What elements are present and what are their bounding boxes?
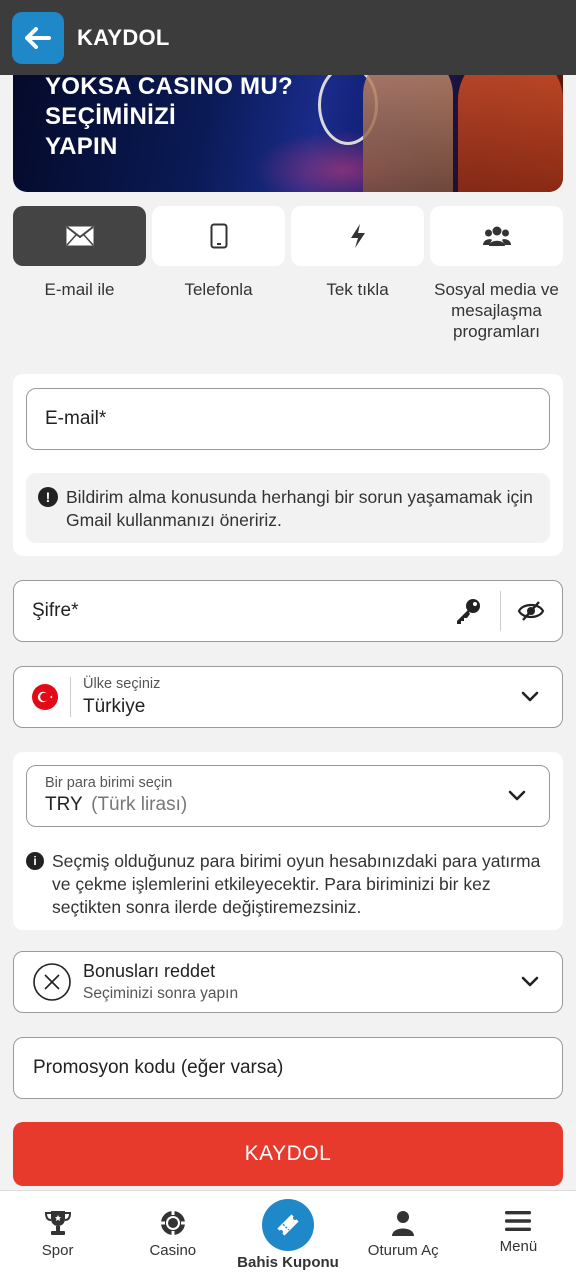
promo-banner[interactable]: YOKSA CASINO MU? SEÇİMİNİZİ YAPIN bbox=[13, 60, 563, 192]
promo-code-field[interactable]: Promosyon kodu (eğer varsa) bbox=[13, 1037, 563, 1099]
ticket-icon bbox=[277, 1214, 299, 1236]
currency-notice: i Seçmiş olduğunuz para birimi oyun hesa… bbox=[26, 850, 550, 919]
exclamation-icon: ! bbox=[38, 487, 58, 507]
tab-email-label: E-mail ile bbox=[44, 280, 115, 299]
currency-name: (Türk lirası) bbox=[91, 794, 188, 815]
nav-bet-slip[interactable]: Bahis Kuponu bbox=[230, 1191, 345, 1280]
tab-one-click[interactable]: Tek tıkla bbox=[291, 206, 424, 342]
banner-text: YOKSA CASINO MU? SEÇİMİNİZİ YAPIN bbox=[45, 72, 293, 162]
trophy-icon bbox=[44, 1211, 71, 1235]
email-placeholder: E-mail* bbox=[45, 408, 107, 429]
password-field[interactable]: Şifre* bbox=[13, 580, 563, 642]
tab-email[interactable]: E-mail ile bbox=[13, 206, 146, 342]
nav-menu-label: Menü bbox=[499, 1238, 538, 1255]
tab-one-click-box[interactable] bbox=[291, 206, 424, 266]
tab-social-label: Sosyal media ve mesajlaşma programları bbox=[434, 280, 559, 341]
country-label: Ülke seçiniz bbox=[83, 676, 161, 692]
user-icon bbox=[392, 1211, 415, 1236]
menu-icon bbox=[505, 1211, 532, 1231]
email-notice-text: Bildirim alma konusunda herhangi bir sor… bbox=[66, 487, 533, 530]
tab-social-box[interactable] bbox=[430, 206, 563, 266]
chevron-down-icon bbox=[521, 976, 539, 987]
banner-line-1: YOKSA CASINO MU? bbox=[45, 73, 293, 100]
currency-select[interactable]: Bir para birimi seçin TRY (Türk lirası) bbox=[26, 765, 550, 827]
tab-one-click-label: Tek tıkla bbox=[326, 280, 389, 299]
password-placeholder: Şifre* bbox=[32, 600, 79, 621]
country-select[interactable]: Ülke seçiniz Türkiye bbox=[13, 666, 563, 728]
phone-icon bbox=[210, 223, 227, 249]
tab-phone[interactable]: Telefonla bbox=[152, 206, 285, 342]
currency-label: Bir para birimi seçin bbox=[45, 775, 173, 791]
nav-login[interactable]: Oturum Aç bbox=[346, 1191, 461, 1280]
nav-menu[interactable]: Menü bbox=[461, 1191, 576, 1280]
bottom-nav: Spor Casino Bahis Kuponu Oturum Aç Menü bbox=[0, 1190, 576, 1280]
envelope-icon bbox=[65, 226, 94, 246]
bonus-subtitle: Seçiminizi sonra yapın bbox=[83, 985, 239, 1002]
email-card: E-mail* ! Bildirim alma konusunda herhan… bbox=[13, 374, 563, 556]
nav-casino[interactable]: Casino bbox=[115, 1191, 230, 1280]
arrow-left-icon bbox=[25, 26, 51, 49]
casino-chip-icon bbox=[160, 1211, 185, 1235]
turkey-flag-icon bbox=[32, 684, 58, 710]
tab-phone-label: Telefonla bbox=[184, 280, 253, 299]
banner-line-3: YAPIN bbox=[45, 133, 118, 160]
email-field[interactable]: E-mail* bbox=[26, 388, 550, 450]
banner-line-2: SEÇİMİNİZİ bbox=[45, 103, 177, 130]
nav-casino-label: Casino bbox=[149, 1242, 197, 1259]
nav-sport[interactable]: Spor bbox=[0, 1191, 115, 1280]
currency-notice-text: Seçmiş olduğunuz para birimi oyun hesabı… bbox=[52, 851, 541, 917]
chevron-down-icon bbox=[521, 691, 539, 702]
info-icon: i bbox=[26, 852, 44, 870]
bonus-select[interactable]: Bonusları reddet Seçiminizi sonra yapın bbox=[13, 951, 563, 1013]
country-divider bbox=[70, 677, 71, 717]
currency-value: TRY (Türk lirası) bbox=[45, 794, 187, 816]
register-button[interactable]: KAYDOL bbox=[13, 1122, 563, 1186]
currency-card: Bir para birimi seçin TRY (Türk lirası) … bbox=[13, 752, 563, 930]
users-icon bbox=[482, 226, 511, 246]
lightning-icon bbox=[350, 224, 365, 248]
promo-placeholder: Promosyon kodu (eğer varsa) bbox=[33, 1057, 284, 1078]
chevron-down-icon bbox=[508, 790, 526, 801]
app-header: KAYDOL bbox=[0, 0, 576, 75]
page-title: KAYDOL bbox=[77, 24, 170, 50]
banner-figure-tennis bbox=[363, 60, 453, 192]
country-value: Türkiye bbox=[83, 696, 146, 717]
close-circle-icon bbox=[33, 963, 71, 1001]
eye-slash-icon[interactable] bbox=[517, 600, 545, 622]
tab-email-box[interactable] bbox=[13, 206, 146, 266]
nav-bet-slip-label: Bahis Kuponu bbox=[237, 1254, 339, 1271]
nav-sport-label: Spor bbox=[41, 1242, 74, 1259]
key-icon[interactable] bbox=[454, 597, 482, 625]
tab-phone-box[interactable] bbox=[152, 206, 285, 266]
currency-code: TRY bbox=[45, 794, 83, 815]
registration-method-tabs: E-mail ile Telefonla Tek tıkla Sosyal me… bbox=[13, 206, 563, 342]
back-button[interactable] bbox=[12, 11, 64, 64]
bonus-title: Bonusları reddet bbox=[83, 961, 216, 981]
password-divider bbox=[500, 591, 501, 631]
nav-login-label: Oturum Aç bbox=[367, 1242, 439, 1259]
bet-slip-circle bbox=[262, 1199, 314, 1251]
email-notice: ! Bildirim alma konusunda herhangi bir s… bbox=[26, 473, 550, 543]
tab-social[interactable]: Sosyal media ve mesajlaşma programları bbox=[430, 206, 563, 342]
banner-figure-casino bbox=[458, 60, 563, 192]
